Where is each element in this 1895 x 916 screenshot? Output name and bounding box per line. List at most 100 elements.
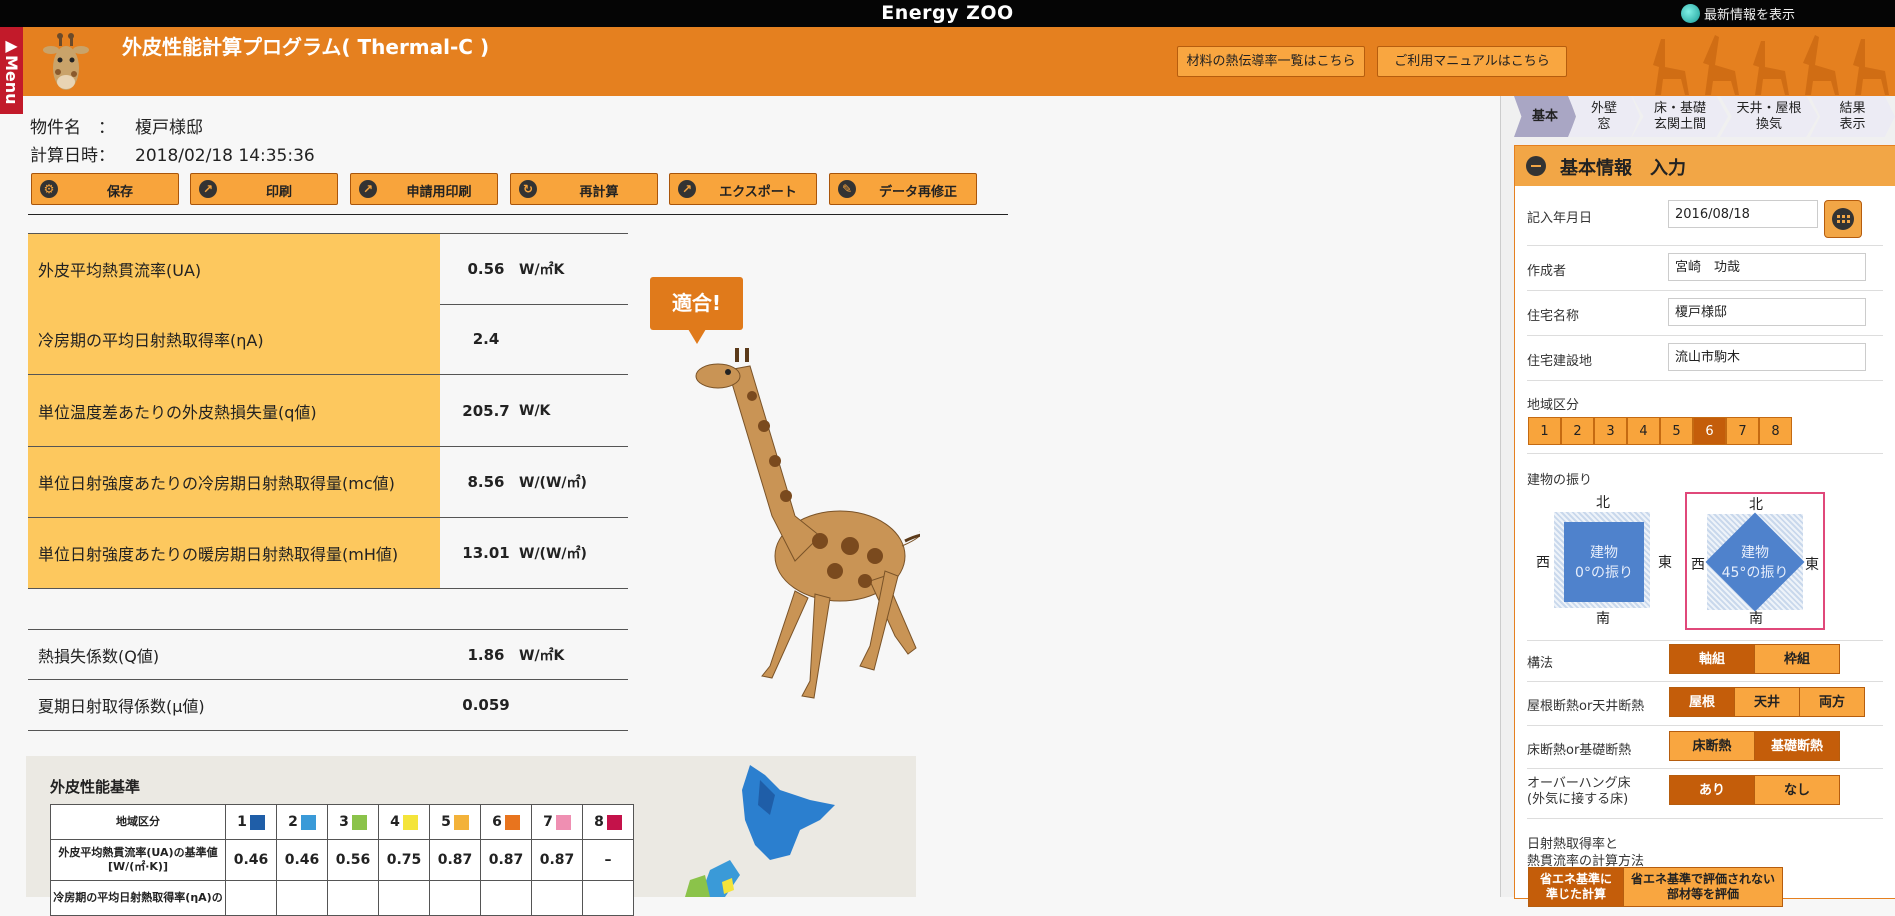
region-header: 地域区分 [50, 804, 226, 840]
result-unit: W/㎡K [519, 647, 565, 664]
roof-option-roof[interactable]: 屋根 [1669, 687, 1735, 717]
orientation-45-option[interactable]: 北 西 東 南 建物 45°の振り [1685, 492, 1825, 630]
print-button[interactable]: ↗ 印刷 [190, 173, 338, 205]
author-input[interactable]: 宮崎 功哉 [1668, 253, 1866, 281]
orientation-0-option[interactable]: 北 西 東 南 建物 0°の振り [1534, 492, 1674, 630]
export-icon: ↗ [678, 180, 696, 198]
japan-region-map-icon [685, 765, 835, 897]
house-name-input[interactable]: 榎戸様邸 [1668, 298, 1866, 326]
region-button-1[interactable]: 1 [1528, 417, 1561, 445]
structure-option-jikugumi[interactable]: 軸組 [1669, 644, 1755, 674]
divider [1527, 640, 1883, 641]
roof-option-both[interactable]: 両方 [1799, 687, 1865, 717]
overhang-option-yes[interactable]: あり [1669, 775, 1755, 805]
roof-insulation-label: 屋根断熱or天井断熱 [1527, 699, 1645, 714]
floor-insulation-label: 床断熱or基礎断熱 [1527, 743, 1632, 758]
date-label: 記入年月日 [1527, 211, 1593, 226]
floor-option-foundation[interactable]: 基礎断熱 [1754, 731, 1840, 761]
building-45-label: 建物 45°の振り [1721, 545, 1789, 581]
calendar-icon [1832, 208, 1854, 230]
step-result[interactable]: 結果 表示 [1810, 96, 1895, 137]
ua-cell: 0.87 [480, 839, 532, 881]
eta-header: 冷房期の平均日射熱取得率(ηA)の [50, 880, 226, 916]
result-name: 夏期日射取得係数(μ値) [38, 696, 205, 716]
materials-link-button[interactable]: 材料の熱伝導率一覧はこちら [1177, 46, 1365, 77]
giraffe-mascot-icon [695, 348, 920, 699]
giraffe-logo-icon [43, 33, 89, 90]
region-cell: 5 [429, 804, 481, 840]
north-label: 北 [1749, 497, 1763, 513]
region-button-8[interactable]: 8 [1759, 417, 1792, 445]
edit-data-button[interactable]: ✎ データ再修正 [829, 173, 977, 205]
region-button-7[interactable]: 7 [1726, 417, 1759, 445]
divider [1527, 290, 1883, 291]
result-unit: W/(W/㎡) [519, 546, 587, 562]
site-input[interactable]: 流山市駒木 [1668, 343, 1866, 371]
step-ceiling-roof[interactable]: 天井・屋根 換気 [1720, 96, 1818, 137]
floor-option-floor[interactable]: 床断熱 [1669, 731, 1755, 761]
region-button-2[interactable]: 2 [1561, 417, 1594, 445]
result-row-ua: 外皮平均熱貫流率(UA) 0.56 W/㎡K [28, 233, 628, 305]
calendar-button[interactable] [1824, 200, 1862, 238]
card-header[interactable]: 基本情報 入力 [1515, 146, 1895, 186]
solar-method-label: 日射熱取得率と 熱貫流率の計算方法 [1527, 837, 1645, 869]
step-floor-foundation[interactable]: 床・基礎 玄関土間 [1632, 96, 1728, 137]
export-button[interactable]: ↗ エクスポート [669, 173, 817, 205]
author-label: 作成者 [1527, 264, 1567, 279]
ua-cell: 0.46 [276, 839, 328, 881]
roof-option-ceiling[interactable]: 天井 [1734, 687, 1800, 717]
east-label: 東 [1805, 557, 1819, 573]
site-label: 住宅建設地 [1527, 354, 1593, 369]
south-label: 南 [1596, 611, 1610, 627]
menu-tab[interactable]: ▶Menu [0, 27, 23, 114]
divider [28, 214, 1008, 215]
application-print-button[interactable]: ↗ 申請用印刷 [350, 173, 498, 205]
result-value: 2.4 [472, 330, 500, 348]
property-name-label: 物件名 ： [30, 118, 115, 138]
north-label: 北 [1596, 495, 1610, 511]
gear-icon: ⚙ [40, 180, 58, 198]
region-cell: 7 [531, 804, 583, 840]
manual-link-button[interactable]: ご利用マニュアルはこちら [1377, 46, 1567, 77]
solar-option-custom[interactable]: 省エネ基準で評価されない 部材等を評価 [1623, 867, 1783, 907]
date-input[interactable]: 2016/08/18 [1668, 200, 1818, 228]
divider [1527, 681, 1883, 682]
region-button-5[interactable]: 5 [1660, 417, 1693, 445]
region-button-4[interactable]: 4 [1627, 417, 1660, 445]
export-icon: ↗ [359, 180, 377, 198]
west-label: 西 [1536, 555, 1550, 571]
region-cell: 8 [582, 804, 634, 840]
region-cell: 3 [327, 804, 379, 840]
news-link[interactable]: 最新情報を表示 [1680, 4, 1795, 23]
region-button-3[interactable]: 3 [1594, 417, 1627, 445]
result-name: 単位日射強度あたりの暖房期日射熱取得量(mH値) [28, 518, 440, 588]
app-title: 外皮性能計算プログラム( Thermal-C ) [122, 35, 490, 59]
save-button[interactable]: ⚙ 保存 [31, 173, 179, 205]
ua-cell: 0.75 [378, 839, 430, 881]
export-label: エクスポート [719, 185, 797, 200]
building-0-shape: 建物 0°の振り [1564, 522, 1644, 602]
property-name-row: 物件名 ： 榎戸様邸 [30, 113, 203, 138]
region-button-6[interactable]: 6 [1693, 417, 1726, 445]
result-row-q: 単位温度差あたりの外皮熱損失量(q値) 205.7 W/K [28, 375, 628, 447]
ua-cell: 0.87 [531, 839, 583, 881]
save-label: 保存 [106, 185, 133, 200]
region-cell: 1 [225, 804, 277, 840]
collapse-icon[interactable] [1526, 156, 1546, 176]
news-label: 最新情報を表示 [1703, 8, 1795, 23]
standard-title: 外皮性能基準 [50, 778, 141, 796]
structure-option-wakugumi[interactable]: 枠組 [1754, 644, 1840, 674]
step-basic[interactable]: 基本 [1514, 96, 1576, 137]
overhang-option-no[interactable]: なし [1754, 775, 1840, 805]
ua-cell: 0.87 [429, 839, 481, 881]
region-cell: 6 [480, 804, 532, 840]
pencil-icon: ✎ [838, 180, 856, 198]
table-row: 地域区分 1 2 3 4 5 6 7 8 [50, 804, 634, 840]
recalculate-button[interactable]: ↻ 再計算 [510, 173, 658, 205]
step-nav: 基本 外壁 窓 床・基礎 玄関土間 天井・屋根 換気 結果 表示 [1514, 96, 1895, 137]
result-name: 熱損失係数(Q値) [38, 646, 160, 666]
solar-option-standard[interactable]: 省エネ基準に 準じた計算 [1528, 867, 1624, 907]
step-wall-window[interactable]: 外壁 窓 [1568, 96, 1640, 137]
top-bar: Energy ZOO 最新情報を表示 [0, 0, 1895, 27]
house-name-label: 住宅名称 [1527, 309, 1580, 324]
